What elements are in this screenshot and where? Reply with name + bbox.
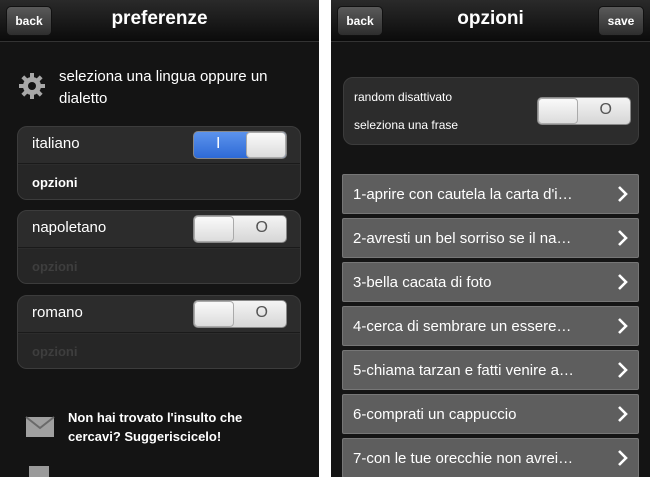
document-icon: [29, 466, 49, 477]
language-toggle[interactable]: O: [193, 300, 287, 328]
language-row: napoletano O: [18, 211, 300, 248]
phrase-text: 4-cerca di sembrare un essere…: [353, 318, 572, 335]
phrase-item[interactable]: 1-aprire con cautela la carta d'i…: [342, 174, 639, 214]
random-panel: random disattivato seleziona una frase O: [343, 77, 639, 145]
navbar: back opzioni save: [331, 0, 650, 42]
options-label: opzioni: [32, 344, 78, 359]
language-group-italiano: italiano I opzioni: [17, 126, 301, 200]
phrase-item[interactable]: 2-avresti un bel sorriso se il na…: [342, 218, 639, 258]
phrase-text: 6-comprati un cappuccio: [353, 406, 517, 423]
toggle-off-glyph: O: [255, 304, 268, 321]
language-toggle[interactable]: I: [193, 131, 287, 159]
phrase-text: 5-chiama tarzan e fatti venire a…: [353, 362, 574, 379]
page-title: preferenze: [111, 8, 208, 29]
phrase-item[interactable]: 3-bella cacata di foto: [342, 262, 639, 302]
suggest-link[interactable]: Non hai trovato l'insulto che cercavi? S…: [68, 408, 298, 446]
chevron-right-icon: [618, 450, 628, 466]
intro-text: seleziona una lingua oppure un dialetto: [59, 68, 268, 107]
options-label: opzioni: [32, 175, 78, 190]
options-row[interactable]: opzioni: [18, 165, 300, 199]
toggle-off-glyph: O: [599, 101, 612, 118]
chevron-right-icon: [618, 318, 628, 334]
save-button[interactable]: save: [598, 6, 644, 36]
options-screen: back opzioni save random disattivato sel…: [331, 0, 650, 477]
gear-icon: [19, 73, 45, 99]
toggle-off-glyph: O: [255, 219, 268, 236]
phrase-item[interactable]: 7-con le tue orecchie non avrei…: [342, 438, 639, 477]
phrase-text: 7-con le tue orecchie non avrei…: [353, 450, 574, 467]
toggle-knob[interactable]: [194, 301, 234, 327]
chevron-right-icon: [618, 274, 628, 290]
language-toggle[interactable]: O: [193, 215, 287, 243]
navbar: back preferenze: [0, 0, 319, 42]
language-row: italiano I: [18, 127, 300, 164]
phrase-item[interactable]: 5-chiama tarzan e fatti venire a…: [342, 350, 639, 390]
language-label: napoletano: [32, 219, 107, 236]
toggle-knob[interactable]: [246, 132, 286, 158]
phrase-item[interactable]: 4-cerca di sembrare un essere…: [342, 306, 639, 346]
chevron-right-icon: [618, 406, 628, 422]
random-toggle[interactable]: O: [537, 97, 631, 125]
language-label: italiano: [32, 135, 80, 152]
options-label: opzioni: [32, 259, 78, 274]
toggle-knob[interactable]: [538, 98, 578, 124]
chevron-right-icon: [618, 362, 628, 378]
select-phrase-label: seleziona una frase: [354, 118, 459, 132]
chevron-right-icon: [618, 230, 628, 246]
phrase-text: 2-avresti un bel sorriso se il na…: [353, 230, 572, 247]
language-group-napoletano: napoletano O opzioni: [17, 210, 301, 284]
language-group-romano: romano O opzioni: [17, 295, 301, 369]
language-label: romano: [32, 304, 83, 321]
phrase-item[interactable]: 6-comprati un cappuccio: [342, 394, 639, 434]
random-status: random disattivato: [354, 90, 453, 104]
toggle-knob[interactable]: [194, 216, 234, 242]
language-row: romano O: [18, 296, 300, 333]
chevron-right-icon: [618, 186, 628, 202]
options-row: opzioni: [18, 334, 300, 368]
phrase-text: 1-aprire con cautela la carta d'i…: [353, 186, 573, 203]
phrase-text: 3-bella cacata di foto: [353, 274, 492, 291]
toggle-on-glyph: I: [216, 135, 221, 152]
mail-icon[interactable]: [25, 414, 55, 438]
options-row: opzioni: [18, 249, 300, 283]
preferences-screen: back preferenze seleziona una lingua opp…: [0, 0, 319, 477]
